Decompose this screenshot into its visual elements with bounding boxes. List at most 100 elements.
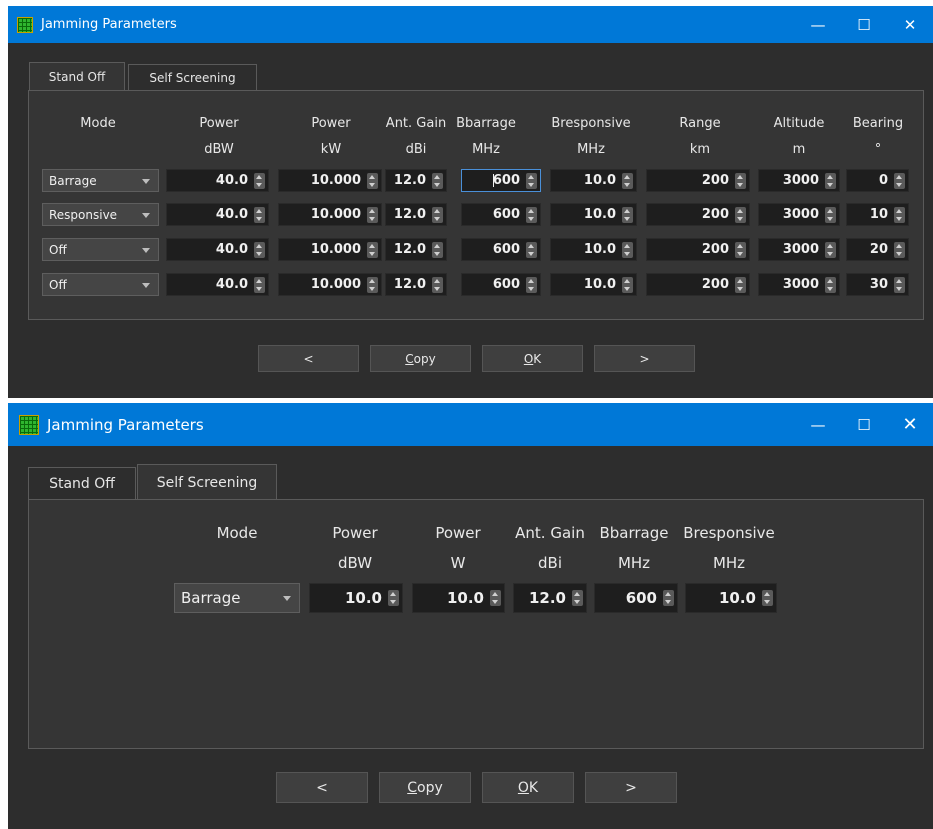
spin-arrows-icon[interactable] — [894, 241, 905, 258]
ant-gain-spinbox[interactable]: 12.0 — [385, 238, 447, 261]
power-kw-spinbox[interactable]: 10.000 — [278, 238, 382, 261]
spin-arrows-icon[interactable] — [432, 241, 443, 258]
bearing-spinbox[interactable]: 30 — [846, 273, 909, 296]
mode-combo[interactable]: Responsive — [42, 203, 159, 226]
spin-arrows-icon[interactable] — [432, 206, 443, 223]
bbarrage-spinbox[interactable]: 600 — [461, 238, 541, 261]
bbarrage-spinbox[interactable]: 600 — [461, 273, 541, 296]
spin-arrows-icon[interactable] — [572, 590, 583, 606]
spin-arrows-icon[interactable] — [894, 172, 905, 189]
power-kw-spinbox[interactable]: 10.000 — [278, 273, 382, 296]
spin-arrows-icon[interactable] — [825, 276, 836, 293]
next-button[interactable]: > — [594, 345, 695, 372]
spin-arrows-icon[interactable] — [894, 206, 905, 223]
bearing-spinbox[interactable]: 10 — [846, 203, 909, 226]
mode-combo[interactable]: Barrage — [42, 169, 159, 192]
spin-arrows-icon[interactable] — [526, 276, 537, 293]
maximize-icon[interactable]: ☐ — [841, 6, 887, 43]
tab-stand-off[interactable]: Stand Off — [29, 62, 125, 91]
minimize-icon[interactable]: — — [795, 403, 841, 446]
close-icon[interactable]: ✕ — [887, 6, 933, 43]
altitude-spinbox[interactable]: 3000 — [758, 238, 840, 261]
title-bar[interactable]: Jamming Parameters — ☐ ✕ — [8, 403, 933, 446]
range-spinbox[interactable]: 200 — [646, 238, 750, 261]
prev-button[interactable]: < — [258, 345, 359, 372]
range-value: 200 — [701, 173, 729, 188]
next-button[interactable]: > — [585, 772, 677, 803]
bresponsive-spinbox[interactable]: 10.0 — [685, 583, 777, 613]
spin-arrows-icon[interactable] — [894, 276, 905, 293]
altitude-spinbox[interactable]: 3000 — [758, 203, 840, 226]
range-spinbox[interactable]: 200 — [646, 169, 750, 192]
power-dbw-spinbox[interactable]: 40.0 — [166, 203, 269, 226]
bbarrage-spinbox[interactable]: 600 — [461, 203, 541, 226]
copy-button[interactable]: Copy — [370, 345, 471, 372]
maximize-icon[interactable]: ☐ — [841, 403, 887, 446]
spin-arrows-icon[interactable] — [622, 276, 633, 293]
spin-arrows-icon[interactable] — [825, 172, 836, 189]
spin-arrows-icon[interactable] — [762, 590, 773, 606]
bresponsive-spinbox[interactable]: 10.0 — [550, 238, 637, 261]
spin-arrows-icon[interactable] — [825, 206, 836, 223]
spin-arrows-icon[interactable] — [622, 172, 633, 189]
power-dbw-spinbox[interactable]: 40.0 — [166, 238, 269, 261]
spin-arrows-icon[interactable] — [735, 172, 746, 189]
ant-gain-spinbox[interactable]: 12.0 — [385, 203, 447, 226]
spin-arrows-icon[interactable] — [663, 590, 674, 606]
spin-arrows-icon[interactable] — [526, 172, 537, 189]
bbarrage-spinbox[interactable]: 600 — [594, 583, 678, 613]
power-w-spinbox[interactable]: 10.0 — [412, 583, 505, 613]
bearing-spinbox[interactable]: 0 — [846, 169, 909, 192]
spin-arrows-icon[interactable] — [254, 276, 265, 293]
spin-arrows-icon[interactable] — [622, 206, 633, 223]
spin-arrows-icon[interactable] — [735, 206, 746, 223]
spin-arrows-icon[interactable] — [388, 590, 399, 606]
spin-arrows-icon[interactable] — [432, 276, 443, 293]
power-dbw-spinbox[interactable]: 10.0 — [309, 583, 403, 613]
range-spinbox[interactable]: 200 — [646, 203, 750, 226]
spin-arrows-icon[interactable] — [367, 241, 378, 258]
prev-button[interactable]: < — [276, 772, 368, 803]
tab-stand-off[interactable]: Stand Off — [28, 467, 136, 500]
spin-arrows-icon[interactable] — [254, 206, 265, 223]
spin-arrows-icon[interactable] — [432, 172, 443, 189]
spin-arrows-icon[interactable] — [367, 276, 378, 293]
ok-button[interactable]: OK — [482, 345, 583, 372]
ant-gain-spinbox[interactable]: 12.0 — [385, 169, 447, 192]
ant-gain-spinbox[interactable]: 12.0 — [385, 273, 447, 296]
spin-arrows-icon[interactable] — [254, 172, 265, 189]
spin-arrows-icon[interactable] — [825, 241, 836, 258]
power-dbw-spinbox[interactable]: 40.0 — [166, 273, 269, 296]
bearing-spinbox[interactable]: 20 — [846, 238, 909, 261]
power-kw-spinbox[interactable]: 10.000 — [278, 169, 382, 192]
tab-self-screening[interactable]: Self Screening — [137, 464, 277, 500]
power-dbw-spinbox[interactable]: 40.0 — [166, 169, 269, 192]
ok-button[interactable]: OK — [482, 772, 574, 803]
range-spinbox[interactable]: 200 — [646, 273, 750, 296]
title-bar[interactable]: Jamming Parameters — ☐ ✕ — [8, 6, 933, 43]
spin-arrows-icon[interactable] — [367, 206, 378, 223]
bbarrage-spinbox[interactable]: 600 — [461, 169, 541, 192]
bresponsive-spinbox[interactable]: 10.0 — [550, 169, 637, 192]
mode-combo[interactable]: Barrage — [174, 583, 300, 613]
tab-self-screening[interactable]: Self Screening — [128, 64, 257, 91]
spin-arrows-icon[interactable] — [526, 241, 537, 258]
minimize-icon[interactable]: — — [795, 6, 841, 43]
spin-arrows-icon[interactable] — [735, 276, 746, 293]
ant-gain-spinbox[interactable]: 12.0 — [513, 583, 587, 613]
mode-combo[interactable]: Off — [42, 273, 159, 296]
spin-arrows-icon[interactable] — [367, 172, 378, 189]
altitude-spinbox[interactable]: 3000 — [758, 169, 840, 192]
bresponsive-spinbox[interactable]: 10.0 — [550, 203, 637, 226]
spin-arrows-icon[interactable] — [490, 590, 501, 606]
altitude-spinbox[interactable]: 3000 — [758, 273, 840, 296]
spin-arrows-icon[interactable] — [622, 241, 633, 258]
copy-button[interactable]: Copy — [379, 772, 471, 803]
spin-arrows-icon[interactable] — [526, 206, 537, 223]
bresponsive-spinbox[interactable]: 10.0 — [550, 273, 637, 296]
spin-arrows-icon[interactable] — [735, 241, 746, 258]
mode-combo[interactable]: Off — [42, 238, 159, 261]
close-icon[interactable]: ✕ — [887, 403, 933, 446]
spin-arrows-icon[interactable] — [254, 241, 265, 258]
power-kw-spinbox[interactable]: 10.000 — [278, 203, 382, 226]
